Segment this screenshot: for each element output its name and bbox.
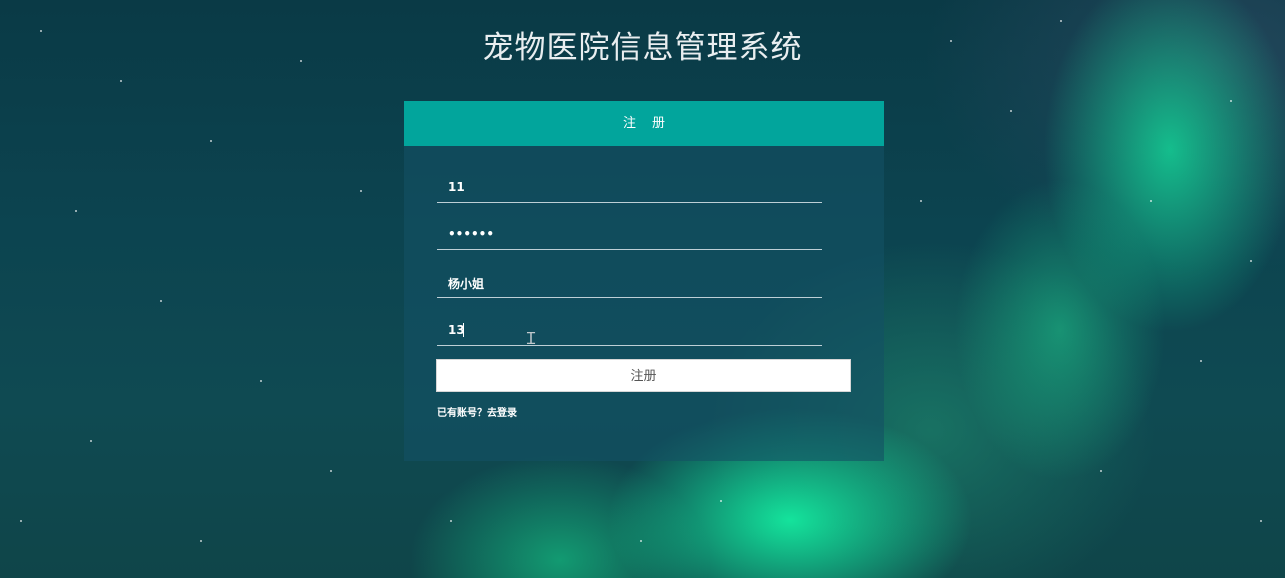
- password-field[interactable]: ••••••: [437, 219, 822, 250]
- go-login-link[interactable]: 已有账号？去登录: [437, 404, 517, 419]
- name-value: 杨小姐: [448, 277, 485, 291]
- i-beam-cursor-icon: Ｉ: [523, 329, 540, 348]
- panel-header: 注册: [404, 101, 884, 146]
- username-value: 11: [448, 180, 465, 194]
- register-button[interactable]: 注册: [436, 359, 851, 392]
- password-value: ••••••: [448, 227, 495, 241]
- page-title: 宠物医院信息管理系统: [482, 30, 803, 66]
- phone-field[interactable]: 13: [437, 315, 822, 346]
- username-field[interactable]: 11: [437, 172, 822, 203]
- name-field[interactable]: 杨小姐: [437, 267, 822, 298]
- text-caret: [463, 323, 464, 337]
- register-panel: 注册 11 •••••• 杨小姐 13 Ｉ 注册 已有账号？去登录: [404, 101, 884, 461]
